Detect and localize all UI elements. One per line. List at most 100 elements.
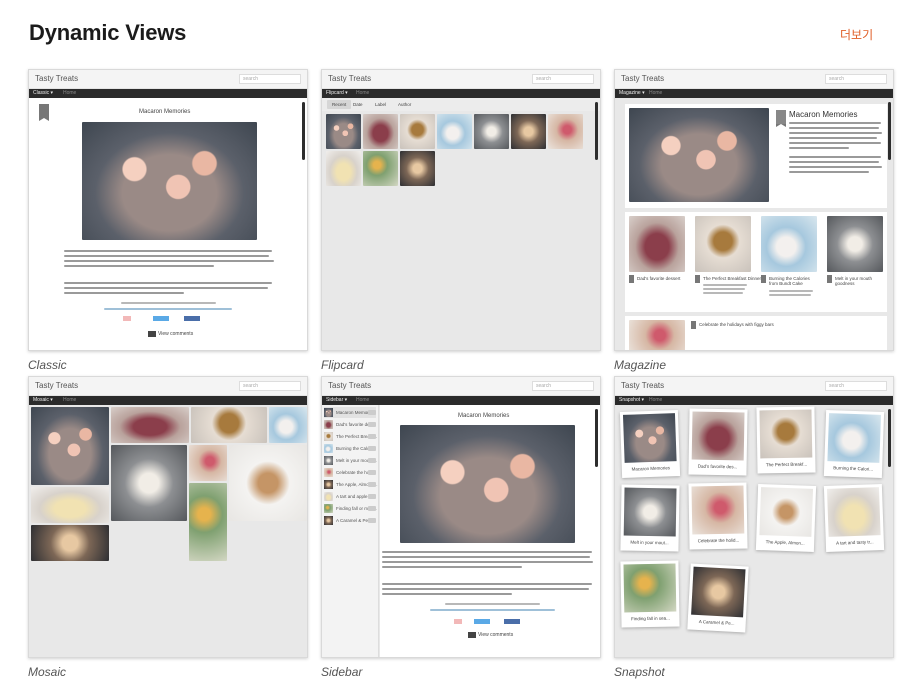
sidebar-item[interactable]: A Caramel & Pe... (324, 515, 376, 526)
snapshot-polaroid[interactable]: Macaron Memories (619, 410, 681, 478)
like-button-icon[interactable] (504, 619, 520, 624)
tweet-button-icon[interactable] (474, 619, 490, 624)
flip-tile[interactable] (326, 114, 361, 149)
scrollbar[interactable] (595, 409, 598, 467)
flip-tile[interactable] (511, 114, 546, 149)
scrollbar[interactable] (888, 409, 891, 467)
snapshot-polaroid[interactable]: Burning the Calori... (823, 410, 885, 478)
search-input[interactable]: search (825, 381, 887, 391)
mosaic-tile[interactable] (189, 483, 227, 561)
sort-tabs: Recent Date Label Author (322, 98, 600, 111)
view-caption: Flipcard (321, 358, 364, 372)
flip-tile[interactable] (400, 151, 435, 186)
classic-preview[interactable]: Tasty Treats search Classic ▾ Home Macar… (28, 69, 308, 351)
post-title[interactable]: Dad's favorite dessert (637, 276, 680, 281)
home-link[interactable]: Home (649, 90, 662, 96)
scrollbar[interactable] (888, 102, 891, 160)
google-plus-icon[interactable] (123, 316, 131, 321)
search-input[interactable]: search (239, 74, 301, 84)
tab-label[interactable]: Label (370, 100, 391, 109)
mosaic-tile[interactable] (189, 445, 227, 481)
view-card-mosaic[interactable]: Tasty Treats search Mosaic ▾ Home Mosaic (28, 376, 308, 679)
view-selector[interactable]: Classic ▾ (33, 90, 53, 96)
flip-tile[interactable] (474, 114, 509, 149)
snapshot-polaroid[interactable]: Finding fall in sea... (620, 560, 680, 628)
scrollbar[interactable] (595, 102, 598, 160)
sidebar-preview[interactable]: Tasty Treats search Sidebar ▾ Home Macar… (321, 376, 601, 658)
view-selector[interactable]: Flipcard ▾ (326, 90, 348, 96)
snapshot-polaroid[interactable]: The Apple, Almon... (755, 484, 817, 552)
post-title[interactable]: Celebrate the holidays with figgy bars (699, 322, 774, 327)
sidebar-item[interactable]: The Apple, Almond... (324, 479, 378, 490)
home-link[interactable]: Home (356, 397, 369, 403)
mosaic-tile[interactable] (229, 445, 307, 521)
flip-tile[interactable] (400, 114, 435, 149)
flip-tile[interactable] (363, 114, 398, 149)
view-selector[interactable]: Magazine ▾ (619, 90, 645, 96)
mosaic-tile[interactable] (31, 525, 109, 561)
home-link[interactable]: Home (356, 90, 369, 96)
snapshot-polaroid[interactable]: A Caramel & Pe... (687, 563, 749, 633)
snapshot-polaroid[interactable]: Dad's favorite des... (688, 408, 748, 476)
flip-tile[interactable] (437, 114, 472, 149)
sidebar-item[interactable]: A tart and apple s... (324, 491, 376, 502)
sidebar-item[interactable]: Finding fall or mon... (324, 503, 377, 514)
view-card-snapshot[interactable]: Tasty Treats search Snapshot ▾ Home Maca… (614, 376, 894, 679)
tab-date[interactable]: Date (348, 100, 368, 109)
mosaic-tile[interactable] (31, 407, 109, 485)
sidebar-item[interactable]: Celebrate the holi... (324, 467, 376, 478)
mosaic-tile[interactable] (191, 407, 267, 443)
home-link[interactable]: Home (649, 397, 662, 403)
mosaic-tile[interactable] (269, 407, 307, 443)
snapshot-polaroid[interactable]: The Perfect Breakf... (756, 406, 816, 474)
flipcard-preview[interactable]: Tasty Treats search Flipcard ▾ Home Rece… (321, 69, 601, 351)
flip-tile[interactable] (363, 151, 398, 186)
post-title[interactable]: Burning the Calories from Bundt Cake (769, 276, 815, 286)
search-input[interactable]: search (532, 74, 594, 84)
mosaic-tile[interactable] (111, 445, 187, 521)
post-title[interactable]: The Perfect Breakfast Dinner (703, 276, 761, 281)
view-selector[interactable]: Sidebar ▾ (326, 397, 347, 403)
home-link[interactable]: Home (63, 90, 76, 96)
snapshot-polaroid[interactable]: Celebrate the holid... (688, 482, 748, 550)
flip-tile[interactable] (548, 114, 583, 149)
search-input[interactable]: search (825, 74, 887, 84)
flip-tile[interactable] (326, 151, 361, 186)
mosaic-tile[interactable] (31, 487, 109, 523)
post-title[interactable]: Macaron Memories (139, 109, 190, 115)
post-title[interactable]: Melt in your mouth goodness (835, 276, 883, 286)
mosaic-preview[interactable]: Tasty Treats search Mosaic ▾ Home (28, 376, 308, 658)
post-title[interactable]: Macaron Memories (458, 413, 509, 419)
view-selector[interactable]: Snapshot ▾ (619, 397, 644, 403)
sidebar-item[interactable]: The Perfect Breakf... (324, 431, 377, 442)
sidebar-item[interactable]: Burning the Calo... (324, 443, 376, 454)
more-link[interactable]: 더보기 (840, 26, 873, 43)
search-input[interactable]: search (239, 381, 301, 391)
view-comments-link[interactable]: View comments (478, 632, 513, 638)
snapshot-polaroid[interactable]: A tart and tasty tr... (823, 484, 885, 552)
sidebar-item[interactable]: Dad's favorite de... (324, 419, 376, 430)
sidebar-item[interactable]: Macaron Memories (324, 407, 376, 418)
scrollbar[interactable] (302, 102, 305, 160)
tab-author[interactable]: Author (393, 100, 416, 109)
sidebar-item[interactable]: Melt in your mouth... (324, 455, 377, 466)
magazine-preview[interactable]: Tasty Treats search Magazine ▾ Home Maca… (614, 69, 894, 351)
view-selector[interactable]: Mosaic ▾ (33, 397, 53, 403)
view-card-classic[interactable]: Tasty Treats search Classic ▾ Home Macar… (28, 69, 308, 372)
view-card-sidebar[interactable]: Tasty Treats search Sidebar ▾ Home Macar… (321, 376, 601, 679)
snapshot-preview[interactable]: Tasty Treats search Snapshot ▾ Home Maca… (614, 376, 894, 658)
featured-post[interactable]: Macaron Memories (625, 104, 887, 208)
view-card-magazine[interactable]: Tasty Treats search Magazine ▾ Home Maca… (614, 69, 894, 372)
view-card-flipcard[interactable]: Tasty Treats search Flipcard ▾ Home Rece… (321, 69, 601, 372)
search-input[interactable]: search (532, 381, 594, 391)
like-button-icon[interactable] (184, 316, 200, 321)
post-row: Celebrate the holidays with figgy bars (625, 316, 887, 350)
mosaic-tile[interactable] (111, 407, 189, 443)
snapshot-polaroid[interactable]: Melt in your mout... (620, 484, 680, 552)
tweet-button-icon[interactable] (153, 316, 169, 321)
home-link[interactable]: Home (63, 397, 76, 403)
view-comments-link[interactable]: View comments (158, 331, 193, 337)
google-plus-icon[interactable] (454, 619, 462, 624)
blog-header: Tasty Treats search (615, 70, 893, 89)
featured-post-title[interactable]: Macaron Memories (789, 110, 857, 119)
